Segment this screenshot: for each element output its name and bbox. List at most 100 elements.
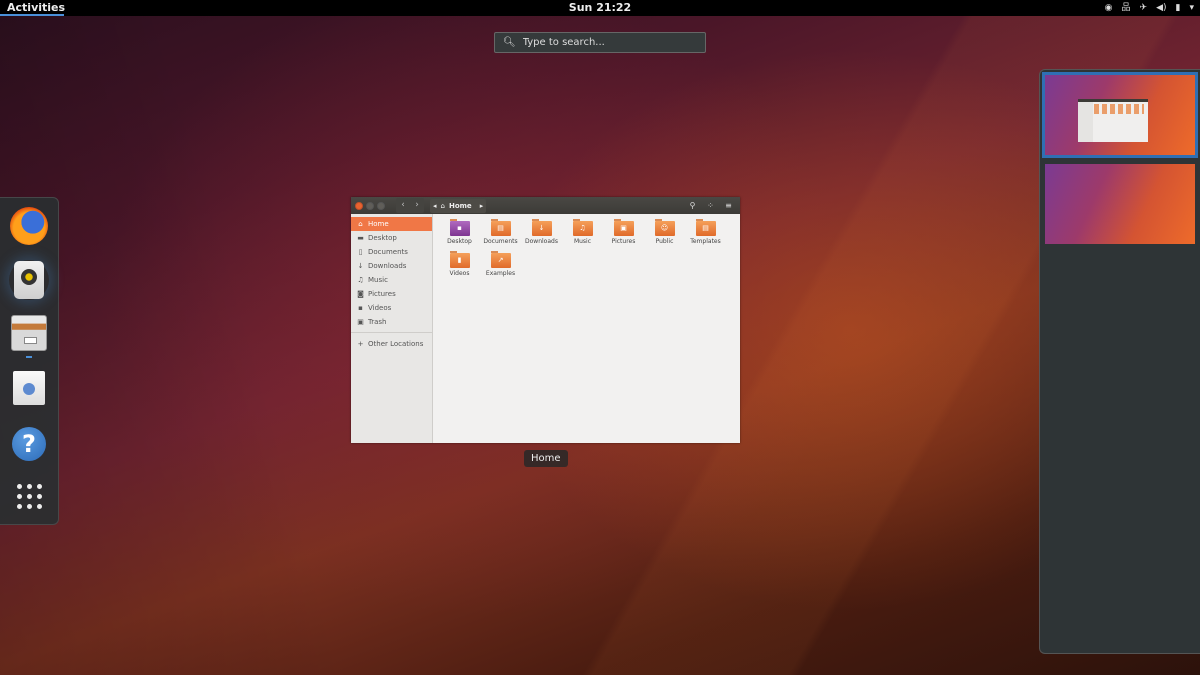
window-caption: Home (524, 450, 568, 467)
path-left-icon[interactable]: ◂ (433, 202, 437, 210)
folder-templates[interactable]: ▤ Templates (685, 219, 726, 253)
folder-icon: ▤ (490, 219, 511, 236)
folder-label: Downloads (525, 238, 558, 245)
back-icon[interactable]: ‹ (396, 198, 410, 213)
view-grid-icon[interactable]: ⁘ (703, 201, 718, 210)
sidebar-item-documents[interactable]: ▯ Documents (351, 245, 432, 259)
show-applications-button[interactable] (9, 476, 49, 516)
folder-label: Public (655, 238, 674, 245)
trash-icon: ▣ (357, 318, 364, 326)
sidebar-item-label: Pictures (368, 290, 396, 298)
sidebar-item-desktop[interactable]: ▬ Desktop (351, 231, 432, 245)
system-menu-arrow-icon[interactable]: ▾ (1189, 0, 1194, 16)
search-icon[interactable]: ⚲ (685, 201, 700, 210)
folder-examples[interactable]: ↗ Examples (480, 251, 521, 285)
minimize-icon[interactable] (366, 201, 374, 210)
dash: ? (0, 197, 59, 525)
workspace-window-thumbnail[interactable] (1078, 99, 1148, 142)
folder-documents[interactable]: ▤ Documents (480, 219, 521, 253)
sidebar-item-pictures[interactable]: ◙ Pictures (351, 287, 432, 301)
path-right-icon[interactable]: ▸ (480, 202, 484, 210)
dash-item-rhythmbox[interactable] (9, 260, 49, 300)
folder-icon: ☺ (654, 219, 675, 236)
sidebar-item-downloads[interactable]: ↓ Downloads (351, 259, 432, 273)
folder-label: Desktop (447, 238, 472, 245)
folder-desktop[interactable]: ▪ Desktop (439, 219, 480, 253)
folder-icon: ▮ (449, 251, 470, 268)
desktop-icon: ▬ (357, 234, 364, 242)
dash-item-software[interactable] (9, 368, 49, 408)
top-bar: Activities Sun 21:22 ◉ 品 ✈ ◀) ▮ ▾ (0, 0, 1200, 16)
clock-area: Sun 21:22 (0, 0, 1200, 15)
files-icon (11, 315, 47, 351)
home-icon: ⌂ (358, 220, 363, 228)
folder-icon: ♫ (572, 219, 593, 236)
sidebar-item-videos[interactable]: ▪ Videos (351, 301, 432, 315)
airplane-mode-icon[interactable]: ✈ (1140, 0, 1148, 16)
search-box[interactable]: 🔍︎ (494, 32, 706, 53)
clock[interactable]: Sun 21:22 (569, 1, 631, 14)
dash-item-help[interactable]: ? (9, 424, 49, 464)
sidebar-item-music[interactable]: ♫ Music (351, 273, 432, 287)
sidebar-item-label: Music (368, 276, 388, 284)
folder-icon: ▪ (449, 219, 470, 236)
document-icon: ▯ (358, 248, 363, 256)
header-bar: ‹ › ◂ ⌂ Home ▸ ⚲ ⁘ ≡ (351, 197, 740, 214)
camera-icon: ◙ (357, 290, 364, 298)
system-tray[interactable]: ◉ 品 ✈ ◀) ▮ ▾ (1105, 0, 1194, 16)
folder-icon: ▣ (613, 219, 634, 236)
folder-videos[interactable]: ▮ Videos (439, 251, 480, 285)
sidebar-item-label: Other Locations (368, 340, 424, 348)
activities-button[interactable]: Activities (0, 0, 65, 16)
folder-music[interactable]: ♫ Music (562, 219, 603, 253)
files-window[interactable]: ‹ › ◂ ⌂ Home ▸ ⚲ ⁘ ≡ ⌂ Home ▬ Desktop ▯ Doc… (351, 197, 740, 443)
folder-glyph: ↗ (497, 256, 504, 264)
sidebar-item-other-locations[interactable]: + Other Locations (351, 337, 432, 351)
folder-downloads[interactable]: ↓ Downloads (521, 219, 562, 253)
folder-label: Templates (690, 238, 721, 245)
software-store-icon (13, 371, 45, 405)
workspace-1[interactable] (1042, 72, 1198, 158)
volume-icon[interactable]: ◀) (1156, 0, 1166, 16)
plus-icon: + (357, 340, 364, 348)
folder-label: Videos (449, 270, 470, 277)
running-indicator (26, 356, 32, 358)
sidebar-item-label: Trash (368, 318, 387, 326)
nav-buttons: ‹ › (396, 198, 424, 213)
folder-pictures[interactable]: ▣ Pictures (603, 219, 644, 253)
search-input[interactable] (522, 37, 693, 48)
folder-glyph: ▣ (620, 224, 627, 232)
folder-public[interactable]: ☺ Public (644, 219, 685, 253)
folder-icon: ↓ (531, 219, 552, 236)
sidebar-item-label: Documents (368, 248, 408, 256)
music-icon: ♫ (357, 276, 364, 284)
sidebar-item-label: Home (368, 220, 389, 228)
folder-icon: ↗ (490, 251, 511, 268)
help-icon: ? (12, 427, 46, 461)
workspace-2[interactable] (1045, 164, 1195, 244)
sidebar-item-label: Desktop (368, 234, 397, 242)
sidebar-item-home[interactable]: ⌂ Home (351, 217, 432, 231)
sidebar-item-trash[interactable]: ▣ Trash (351, 315, 432, 329)
file-grid: ▪ Desktop ▤ Documents ↓ Downloads ♫ Music ▣ P… (439, 219, 739, 285)
workspace-switcher (1039, 69, 1200, 654)
firefox-icon (10, 207, 48, 245)
folder-label: Documents (483, 238, 518, 245)
dash-item-files[interactable] (9, 313, 49, 353)
search-icon: 🔍︎ (503, 37, 516, 48)
app-grid-icon (16, 483, 42, 509)
path-home-button[interactable]: Home (449, 202, 472, 210)
dash-item-firefox[interactable] (9, 206, 49, 246)
forward-icon[interactable]: › (410, 198, 424, 213)
download-icon: ↓ (357, 262, 364, 270)
maximize-icon[interactable] (377, 201, 385, 210)
network-icon[interactable]: 品 (1122, 0, 1131, 16)
rhythmbox-icon (14, 261, 44, 299)
close-icon[interactable] (355, 201, 363, 210)
folder-label: Examples (485, 270, 516, 277)
folder-label: Pictures (611, 238, 636, 245)
sidebar-item-label: Downloads (368, 262, 407, 270)
screen-record-icon[interactable]: ◉ (1105, 0, 1113, 16)
battery-icon[interactable]: ▮ (1176, 0, 1181, 16)
menu-icon[interactable]: ≡ (721, 201, 736, 210)
